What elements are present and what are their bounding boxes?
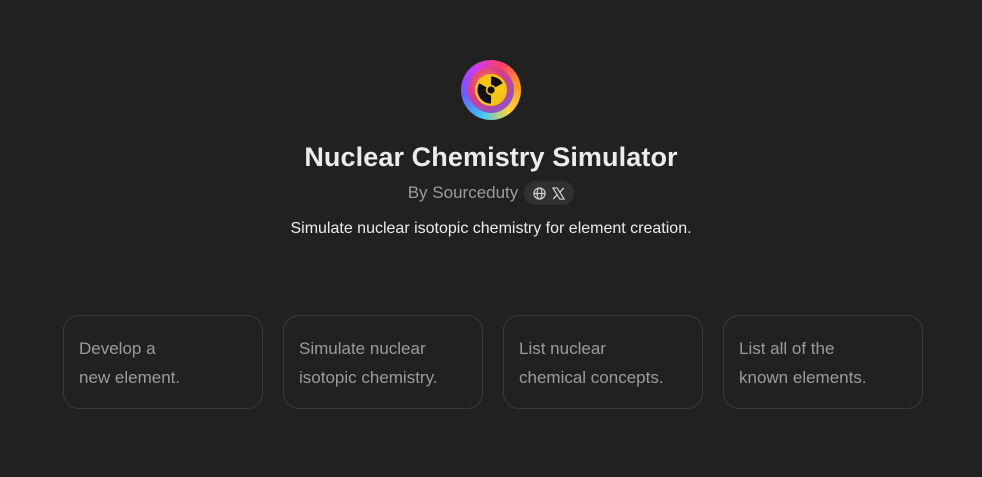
starter-text: List nuclear bbox=[519, 339, 606, 358]
starter-card[interactable]: Simulate nuclear isotopic chemistry. bbox=[283, 315, 483, 409]
gpt-avatar bbox=[461, 60, 521, 120]
gpt-landing: Nuclear Chemistry Simulator By Sourcedut… bbox=[0, 0, 982, 477]
starter-text: chemical concepts. bbox=[519, 368, 664, 387]
starter-text: known elements. bbox=[739, 368, 867, 387]
starter-text: List all of the bbox=[739, 339, 835, 358]
globe-icon[interactable] bbox=[533, 186, 546, 200]
author-name: By Sourceduty bbox=[407, 183, 519, 202]
author-byline: By Sourceduty bbox=[408, 180, 575, 206]
starter-card[interactable]: List all of the known elements. bbox=[723, 315, 923, 409]
gpt-description: Simulate nuclear isotopic chemistry for … bbox=[290, 220, 692, 237]
radiation-icon bbox=[468, 67, 514, 113]
starter-text: isotopic chemistry. bbox=[299, 368, 438, 387]
starter-text: Simulate nuclear bbox=[299, 339, 426, 358]
starter-text: new element. bbox=[79, 368, 181, 387]
social-links bbox=[524, 181, 575, 205]
x-icon[interactable] bbox=[552, 186, 566, 200]
starter-card[interactable]: Develop a new element. bbox=[63, 315, 263, 409]
starter-text: Develop a bbox=[79, 339, 156, 358]
gpt-title: Nuclear Chemistry Simulator bbox=[304, 142, 678, 172]
conversation-starters: Develop a new element. Simulate nuclear … bbox=[63, 315, 923, 409]
starter-card[interactable]: List nuclear chemical concepts. bbox=[503, 315, 703, 409]
gpt-header: Nuclear Chemistry Simulator By Sourcedut… bbox=[0, 60, 982, 240]
